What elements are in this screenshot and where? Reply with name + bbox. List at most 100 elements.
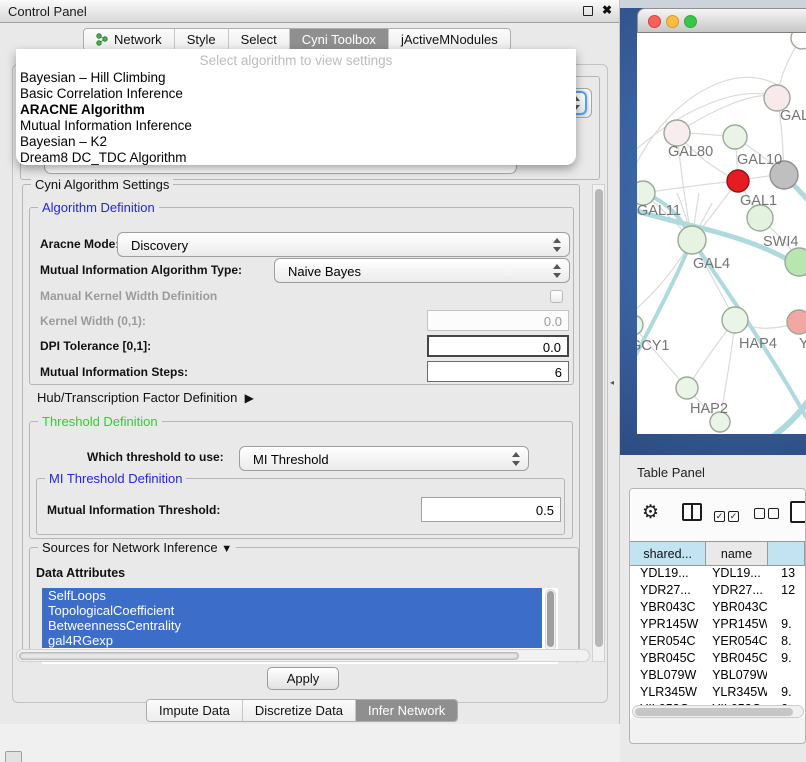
- close-traffic-light-icon[interactable]: [648, 15, 661, 28]
- algorithm-option[interactable]: Basic Correlation Inference: [20, 86, 572, 102]
- list-scrollbar[interactable]: [545, 589, 556, 651]
- network-window-titlebar[interactable]: [637, 8, 806, 33]
- dpi-tolerance-field[interactable]: 0.0: [427, 335, 569, 357]
- settings-vertical-scrollbar[interactable]: [592, 184, 605, 662]
- sources-title: Sources for Network Inference: [42, 540, 218, 555]
- group-title: Threshold Definition: [38, 414, 162, 429]
- panel-divider-grip[interactable]: [610, 372, 617, 382]
- tab-network[interactable]: Network: [84, 29, 174, 50]
- network-node[interactable]: [637, 181, 655, 205]
- table-row[interactable]: YBR043CYBR043C: [630, 600, 805, 617]
- tab-cyni-toolbox[interactable]: Cyni Toolbox: [289, 29, 388, 50]
- dpi-tolerance-label: DPI Tolerance [0,1]:: [40, 339, 151, 353]
- mi-threshold-field[interactable]: 0.5: [421, 497, 561, 522]
- table-cell: [767, 668, 805, 685]
- select-all-checks-icon[interactable]: ✓✓: [714, 506, 742, 524]
- algorithm-dropdown-popup: Select algorithm to view settings Bayesi…: [16, 49, 576, 165]
- table-row[interactable]: YPR145WYPR145W9.: [630, 617, 805, 634]
- table-cell: YER054C: [630, 634, 706, 651]
- combo-spinner-icon: [553, 263, 562, 279]
- attribute-item[interactable]: TopologicalCoefficient: [42, 603, 542, 618]
- tab-impute-data[interactable]: Impute Data: [147, 700, 242, 721]
- network-node[interactable]: [727, 170, 749, 192]
- table-row[interactable]: YBR045CYBR045C9.: [630, 651, 805, 668]
- hub-definition-toggle[interactable]: Hub/Transcription Factor Definition ▶: [37, 390, 254, 405]
- network-node[interactable]: [637, 315, 643, 335]
- mi-threshold-label: Mutual Information Threshold:: [47, 503, 220, 517]
- table-panel-title: Table Panel: [637, 465, 705, 480]
- columns-icon[interactable]: [682, 503, 702, 521]
- data-attributes-label: Data Attributes: [36, 566, 125, 580]
- column-header-shared[interactable]: shared...: [630, 542, 706, 565]
- manual-kernel-checkbox[interactable]: [550, 290, 563, 303]
- network-node[interactable]: [723, 125, 747, 149]
- network-node[interactable]: [791, 33, 806, 49]
- network-edge-thick[interactable]: [755, 385, 806, 434]
- mi-steps-field[interactable]: 6: [427, 361, 569, 382]
- column-header-clipped[interactable]: [768, 542, 805, 565]
- table-cell: YDL19...: [706, 566, 767, 583]
- table-horizontal-scrollbar[interactable]: [632, 705, 804, 718]
- expand-arrow-icon: ▶: [245, 391, 254, 405]
- close-icon[interactable]: ✖: [602, 3, 612, 17]
- table-cell: YDR27...: [630, 583, 706, 600]
- algorithm-option[interactable]: Dream8 DC_TDC Algorithm: [20, 150, 572, 166]
- network-node[interactable]: [678, 226, 706, 254]
- hub-definition-label: Hub/Transcription Factor Definition: [37, 390, 237, 405]
- tab-discretize-data[interactable]: Discretize Data: [242, 700, 355, 721]
- node-label: GAL4: [693, 256, 730, 272]
- deselect-all-checks-icon[interactable]: [754, 506, 782, 524]
- algorithm-option[interactable]: ARACNE Algorithm: [20, 102, 572, 118]
- zoom-traffic-light-icon[interactable]: [684, 15, 697, 28]
- table-row[interactable]: YDL19...YDL19...13: [630, 566, 805, 583]
- tab-select[interactable]: Select: [228, 29, 289, 50]
- algorithm-option[interactable]: Mutual Information Inference: [20, 118, 572, 134]
- algorithm-option[interactable]: Bayesian – Hill Climbing: [20, 70, 572, 86]
- network-node[interactable]: [664, 120, 690, 146]
- attribute-item[interactable]: BetweennessCentrality: [42, 618, 542, 633]
- network-node[interactable]: [676, 377, 698, 399]
- attribute-item[interactable]: SelfLoops: [42, 588, 542, 603]
- network-node[interactable]: [785, 248, 806, 276]
- algorithm-option[interactable]: Bayesian – K2: [20, 134, 572, 150]
- bottom-tab-bar: Impute Data Discretize Data Infer Networ…: [146, 699, 458, 722]
- apply-button[interactable]: Apply: [267, 667, 339, 690]
- which-threshold-combo[interactable]: MI Threshold: [239, 446, 529, 471]
- network-edge[interactable]: [643, 181, 738, 193]
- tab-infer-network[interactable]: Infer Network: [355, 700, 457, 721]
- node-label: GAL11: [637, 203, 681, 219]
- aracne-mode-value: Discovery: [131, 238, 188, 253]
- tab-jactivemnodules[interactable]: jActiveMNodules: [388, 29, 510, 50]
- table-cell: YLR345W: [706, 685, 767, 702]
- attr-items: SelfLoopsTopologicalCoefficientBetweenne…: [42, 588, 558, 648]
- settings-horizontal-scrollbar[interactable]: [16, 649, 590, 662]
- control-panel-titlebar: Control Panel ✖: [0, 0, 619, 23]
- gear-icon[interactable]: ⚙: [642, 501, 659, 524]
- float-window-icon[interactable]: [583, 6, 593, 16]
- aracne-mode-combo[interactable]: Discovery: [117, 232, 570, 257]
- table-cell: 9.: [767, 685, 805, 702]
- column-header-name[interactable]: name: [706, 542, 767, 565]
- network-node[interactable]: [722, 307, 748, 333]
- panel-function-icon[interactable]: [790, 501, 806, 523]
- tab-style[interactable]: Style: [174, 29, 228, 50]
- table-row[interactable]: YER054CYER054C8.: [630, 634, 805, 651]
- collapsed-panel-icon[interactable]: [5, 751, 22, 762]
- sources-toggle[interactable]: Sources for Network Inference ▼: [38, 540, 236, 555]
- node-label: GCY1: [637, 338, 670, 354]
- table-row[interactable]: YBL079WYBL079W: [630, 668, 805, 685]
- minimize-traffic-light-icon[interactable]: [666, 15, 679, 28]
- algorithm-definition-group: Algorithm Definition Aracne Mode: Discov…: [29, 207, 574, 385]
- network-node[interactable]: [787, 310, 806, 334]
- algorithm-dropdown-list: Bayesian – Hill ClimbingBasic Correlatio…: [20, 70, 572, 166]
- kernel-width-field[interactable]: 0.0: [427, 310, 569, 331]
- node-label: Y: [799, 336, 806, 352]
- table-row[interactable]: YDR27...YDR27...12: [630, 583, 805, 600]
- table-header: shared... name: [630, 541, 805, 566]
- table-cell: YDR27...: [706, 583, 767, 600]
- node-label: HAP2: [690, 401, 728, 417]
- network-canvas[interactable]: GALGAL80GAL10GAL1GAL11SWI4GAL4GCY1HAP4YH…: [637, 33, 806, 434]
- table-row[interactable]: YLR345WYLR345W9.: [630, 685, 805, 702]
- attribute-item[interactable]: gal4RGexp: [42, 633, 542, 648]
- mi-type-combo[interactable]: Naive Bayes: [274, 258, 570, 283]
